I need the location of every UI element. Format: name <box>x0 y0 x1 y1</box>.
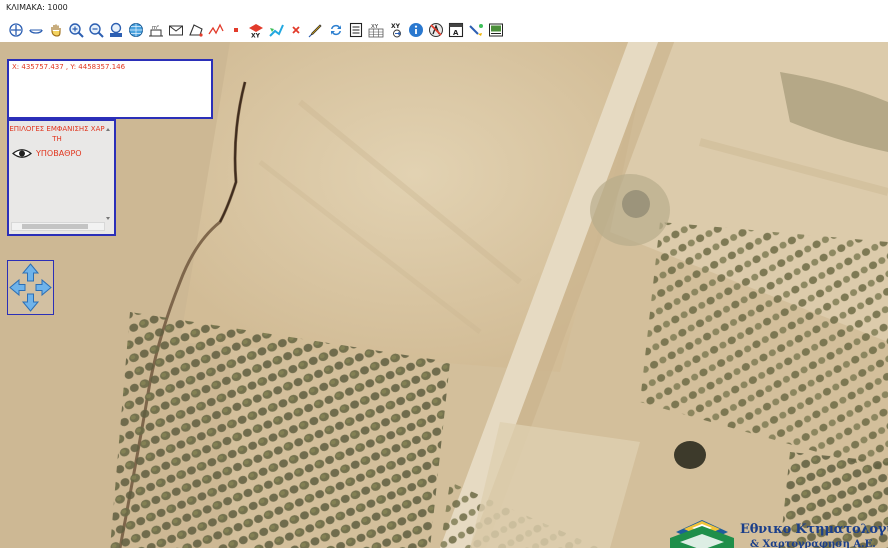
hand-tool-button[interactable] <box>46 20 65 40</box>
map-toolbar: m² XY XY XY A <box>6 18 509 42</box>
identify-icon <box>428 23 443 37</box>
envelope-button[interactable] <box>166 20 185 40</box>
pan-tool-button[interactable] <box>6 20 25 40</box>
edit-icon <box>308 24 322 38</box>
svg-text:XY: XY <box>391 23 401 30</box>
zoom-previous-icon <box>109 22 122 37</box>
coordinates-readout: X: 435757.437 , Y: 4458357.146 <box>12 63 126 71</box>
draw-polyline-button[interactable] <box>206 20 225 40</box>
draw-point-button[interactable] <box>226 20 245 40</box>
horizontal-scrollbar-thumb[interactable] <box>22 224 88 229</box>
refresh-button[interactable] <box>326 20 345 40</box>
eye-icon[interactable] <box>12 148 32 159</box>
identify-button[interactable] <box>426 20 445 40</box>
logo-title: Εθνικο Κτηματολογιο <box>740 522 888 537</box>
polyline-icon <box>207 23 224 35</box>
layers-horizontal-scrollbar[interactable] <box>11 222 105 231</box>
zoom-in-button[interactable] <box>66 20 85 40</box>
clear-graphics-button[interactable] <box>286 20 305 40</box>
xy-export-icon: XY <box>391 23 401 38</box>
style-button[interactable] <box>466 20 485 40</box>
document-button[interactable] <box>346 20 365 40</box>
draw-vector-button[interactable] <box>266 20 285 40</box>
clear-icon <box>291 26 300 34</box>
zoom-previous-button[interactable] <box>106 20 125 40</box>
edit-button[interactable] <box>306 20 325 40</box>
info-icon <box>408 23 423 37</box>
logo-emblem-icon <box>670 520 734 548</box>
globe-icon <box>128 23 143 37</box>
goto-xy-icon: XY <box>248 24 263 39</box>
logo-subtitle: & Χαρτογραφηση Α.Ε. <box>750 539 876 548</box>
zoom-in-icon <box>68 23 84 38</box>
label-icon: A <box>448 22 463 38</box>
style-icon <box>468 24 483 36</box>
xy-table-button[interactable]: XY <box>366 20 385 40</box>
pan-icon <box>8 23 23 37</box>
polygon-icon <box>188 24 203 37</box>
map-viewer-window: ΚΛΙΜΑΚΑ: 1000 m² XY XY XY A X: 435757.43… <box>0 0 888 548</box>
ktimatologio-logo: Εθνικο Κτηματολογιο & Χαρτογραφηση Α.Ε. <box>670 512 888 548</box>
xy-export-button[interactable]: XY <box>386 20 405 40</box>
hand-icon <box>50 24 61 37</box>
layer-item-basemap[interactable]: ΥΠΟΒΑΘΡΟ <box>12 148 114 159</box>
coordinates-panel: X: 435757.437 , Y: 4458357.146 <box>7 59 213 119</box>
measure-area-button[interactable]: m² <box>146 20 165 40</box>
refresh-icon <box>330 24 341 36</box>
layer-label: ΥΠΟΒΑΘΡΟ <box>36 149 82 158</box>
print-button[interactable] <box>486 20 505 40</box>
envelope-icon <box>168 25 183 36</box>
info-button[interactable] <box>406 20 425 40</box>
layers-vertical-scrollbar[interactable] <box>104 125 112 223</box>
full-extent-button[interactable] <box>126 20 145 40</box>
rotate-icon <box>28 29 43 34</box>
scale-indicator: ΚΛΙΜΑΚΑ: 1000 <box>0 0 888 16</box>
pan-control[interactable] <box>7 260 54 315</box>
label-button[interactable]: A <box>446 20 465 40</box>
draw-vector-icon <box>268 24 284 37</box>
xy-table-icon: XY <box>368 24 383 38</box>
zoom-out-icon <box>88 23 104 38</box>
layers-panel-title: ΕΠΙΛΟΓΕΣ ΕΜΦΑΝΙΣΗΣ ΧΑΡΤΗ <box>9 125 105 143</box>
zoom-out-button[interactable] <box>86 20 105 40</box>
svg-text:m²: m² <box>152 25 159 31</box>
rotate-tool-button[interactable] <box>26 20 45 40</box>
document-icon <box>349 22 362 38</box>
svg-text:XY: XY <box>251 33 261 39</box>
draw-polygon-button[interactable] <box>186 20 205 40</box>
goto-xy-button[interactable]: XY <box>246 20 265 40</box>
print-icon <box>488 23 503 37</box>
layers-panel: ΕΠΙΛΟΓΕΣ ΕΜΦΑΝΙΣΗΣ ΧΑΡΤΗ ΥΠΟΒΑΘΡΟ <box>7 119 116 236</box>
svg-text:A: A <box>453 29 459 37</box>
point-icon <box>233 28 238 32</box>
measure-area-icon: m² <box>148 25 163 37</box>
pan-arrows-icon[interactable] <box>8 261 53 314</box>
